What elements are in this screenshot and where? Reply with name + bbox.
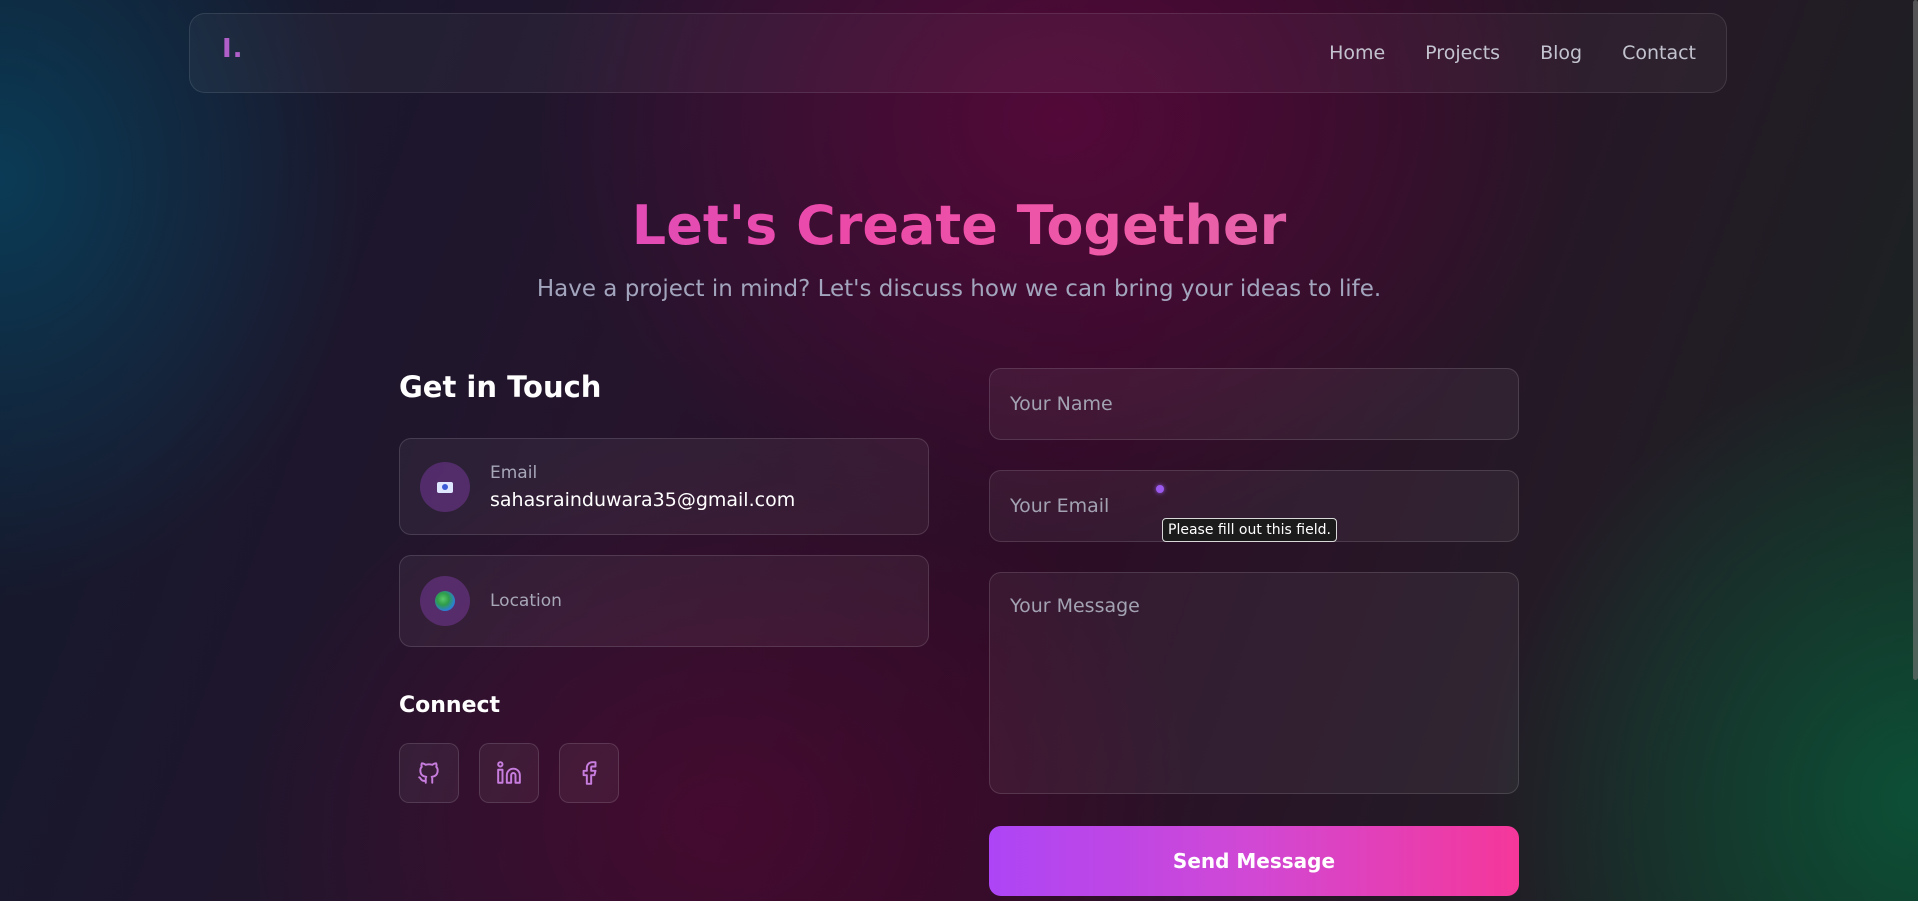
linkedin-icon	[497, 761, 521, 784]
get-in-touch-heading: Get in Touch	[399, 370, 602, 404]
connect-heading: Connect	[399, 693, 501, 718]
nav-link-home[interactable]: Home	[1329, 42, 1385, 64]
nav-link-projects[interactable]: Projects	[1425, 42, 1500, 64]
hero-subtitle: Have a project in mind? Let's discuss ho…	[536, 276, 1382, 302]
envelope-icon	[420, 462, 470, 512]
nav-links: Home Projects Blog Contact	[1329, 14, 1696, 92]
facebook-icon	[582, 761, 597, 785]
facebook-button[interactable]	[559, 743, 619, 803]
message-input[interactable]	[989, 572, 1519, 794]
validation-tooltip: Please fill out this field.	[1162, 518, 1337, 542]
email-label: Email	[490, 463, 538, 483]
email-card: Email sahasrainduwara35@gmail.com	[399, 438, 929, 535]
site-logo[interactable]: I.	[222, 34, 244, 64]
nav-link-blog[interactable]: Blog	[1540, 42, 1582, 64]
location-card: Location	[399, 555, 929, 647]
location-label: Location	[490, 591, 562, 611]
github-icon	[418, 762, 439, 784]
name-input[interactable]	[989, 368, 1519, 440]
linkedin-button[interactable]	[479, 743, 539, 803]
globe-icon	[420, 576, 470, 626]
hero-title: Let's Create Together	[0, 190, 1918, 262]
nav-link-contact[interactable]: Contact	[1622, 42, 1696, 64]
email-value[interactable]: sahasrainduwara35@gmail.com	[490, 489, 795, 511]
scrollbar-thumb[interactable]	[1913, 0, 1918, 680]
github-button[interactable]	[399, 743, 459, 803]
cursor-indicator	[1156, 485, 1164, 493]
send-message-button[interactable]: Send Message	[989, 826, 1519, 896]
scrollbar[interactable]	[1912, 0, 1918, 901]
navbar: I. Home Projects Blog Contact	[189, 13, 1727, 93]
